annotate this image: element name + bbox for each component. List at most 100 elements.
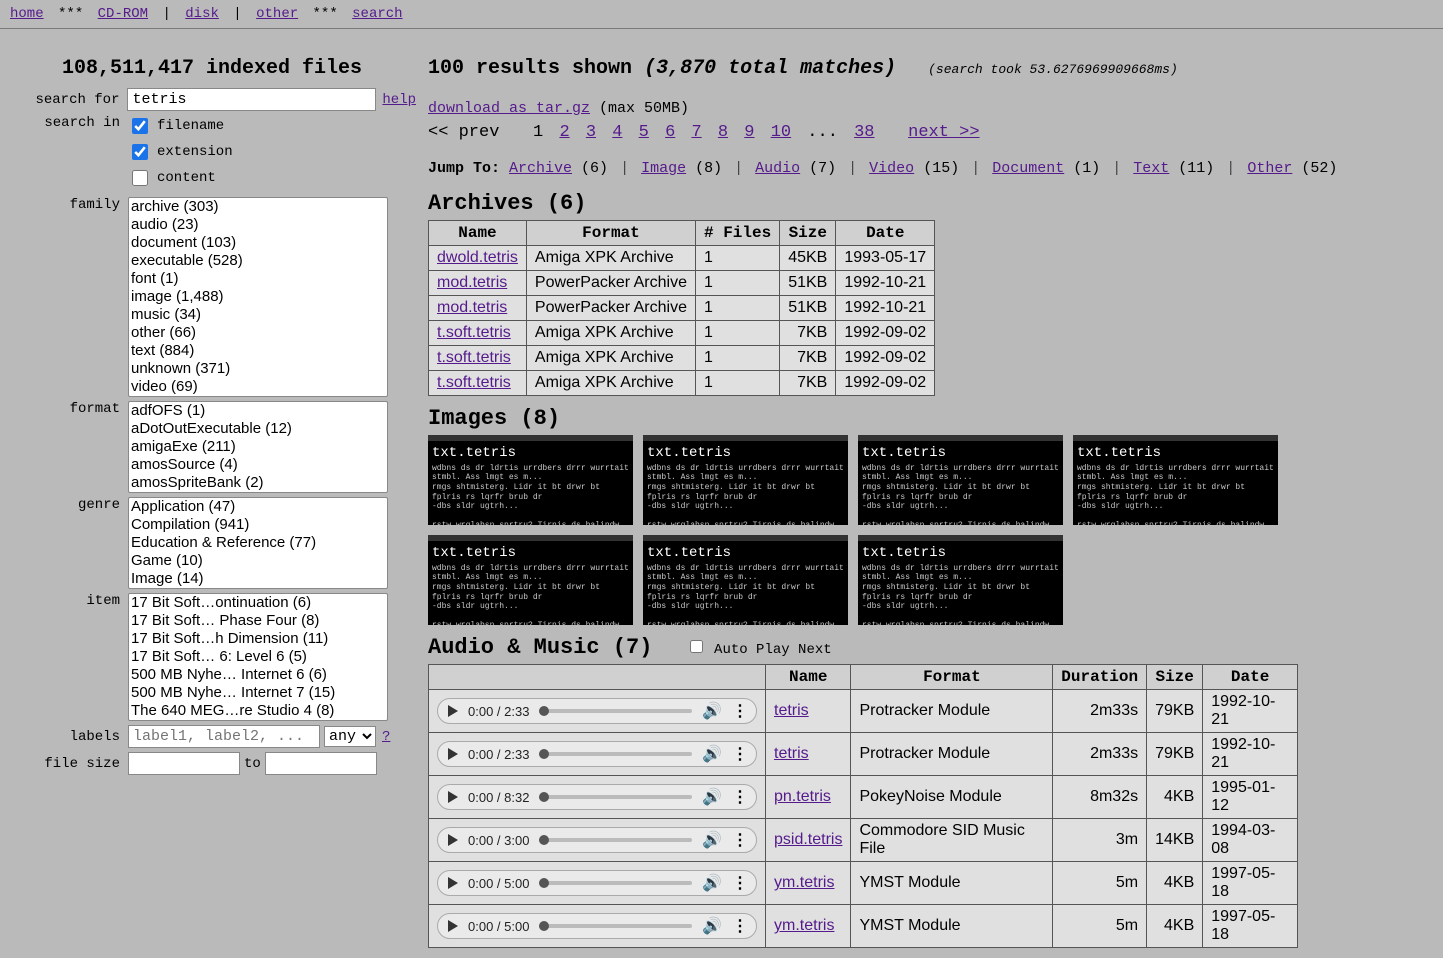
download-tar[interactable]: download as tar.gz xyxy=(428,100,590,117)
pager-page[interactable]: 5 xyxy=(639,123,649,142)
select-option[interactable]: unknown (371) xyxy=(129,360,387,378)
jump-link[interactable]: Document xyxy=(992,160,1064,177)
audio-link[interactable]: pn.tetris xyxy=(774,788,831,805)
select-option[interactable]: 17 Bit Soft… Phase Four (8) xyxy=(129,612,387,630)
genre-select[interactable]: Application (47)Compilation (941)Educati… xyxy=(128,497,388,589)
seek-bar[interactable] xyxy=(539,709,692,713)
nav-other[interactable]: other xyxy=(256,6,298,22)
select-option[interactable]: Education & Reference (77) xyxy=(129,534,387,552)
image-thumb[interactable]: txt.tetriswdbns ds dr ldrtis urrdbers dr… xyxy=(643,435,848,525)
audio-player[interactable]: 0:00 / 5:00🔊⋮ xyxy=(437,870,757,896)
more-icon[interactable]: ⋮ xyxy=(732,787,746,807)
more-icon[interactable]: ⋮ xyxy=(732,916,746,936)
image-thumb[interactable]: txt.tetriswdbns ds dr ldrtis urrdbers dr… xyxy=(858,435,1063,525)
select-option[interactable]: other (66) xyxy=(129,324,387,342)
item-select[interactable]: 17 Bit Soft…ontinuation (6)17 Bit Soft… … xyxy=(128,593,388,721)
select-option[interactable]: 500 MB Nyhe… Internet 6 (6) xyxy=(129,666,387,684)
image-thumb[interactable]: txt.tetriswdbns ds dr ldrtis urrdbers dr… xyxy=(428,535,633,625)
audio-player[interactable]: 0:00 / 3:00🔊⋮ xyxy=(437,827,757,853)
select-option[interactable]: 17 Bit Soft…ontinuation (6) xyxy=(129,594,387,612)
image-thumb[interactable]: txt.tetriswdbns ds dr ldrtis urrdbers dr… xyxy=(1073,435,1278,525)
archive-link[interactable]: t.soft.tetris xyxy=(437,349,511,366)
volume-icon[interactable]: 🔊 xyxy=(702,830,722,850)
nav-home[interactable]: home xyxy=(10,6,44,22)
format-select[interactable]: adfOFS (1)aDotOutExecutable (12)amigaExe… xyxy=(128,401,388,493)
seek-bar[interactable] xyxy=(539,795,692,799)
audio-link[interactable]: ym.tetris xyxy=(774,874,834,891)
select-option[interactable]: Application (47) xyxy=(129,498,387,516)
volume-icon[interactable]: 🔊 xyxy=(702,701,722,721)
select-option[interactable]: 17 Bit Soft… 6: Level 6 (5) xyxy=(129,648,387,666)
jump-link[interactable]: Archive xyxy=(509,160,572,177)
seek-bar[interactable] xyxy=(539,881,692,885)
pager-page[interactable]: 9 xyxy=(744,123,754,142)
image-thumb[interactable]: txt.tetriswdbns ds dr ldrtis urrdbers dr… xyxy=(428,435,633,525)
more-icon[interactable]: ⋮ xyxy=(732,830,746,850)
more-icon[interactable]: ⋮ xyxy=(732,873,746,893)
pager-next[interactable]: next >> xyxy=(908,123,979,142)
select-option[interactable]: 500 MB Nyhe… Internet 7 (15) xyxy=(129,684,387,702)
help-link[interactable]: help xyxy=(382,92,416,108)
audio-player[interactable]: 0:00 / 2:33🔊⋮ xyxy=(437,698,757,724)
archive-link[interactable]: t.soft.tetris xyxy=(437,374,511,391)
pager-page[interactable]: 3 xyxy=(586,123,596,142)
select-option[interactable]: amosSpriteBank (2) xyxy=(129,474,387,492)
play-icon[interactable] xyxy=(448,920,458,932)
seek-bar[interactable] xyxy=(539,752,692,756)
play-icon[interactable] xyxy=(448,705,458,717)
labels-any-select[interactable]: any xyxy=(324,726,376,747)
autoplay-check[interactable] xyxy=(690,640,703,653)
audio-player[interactable]: 0:00 / 8:32🔊⋮ xyxy=(437,784,757,810)
check-extension[interactable] xyxy=(132,144,148,160)
check-filename[interactable] xyxy=(132,118,148,134)
audio-player[interactable]: 0:00 / 2:33🔊⋮ xyxy=(437,741,757,767)
jump-link[interactable]: Audio xyxy=(755,160,800,177)
audio-link[interactable]: tetris xyxy=(774,745,809,762)
select-option[interactable]: video (69) xyxy=(129,378,387,396)
seek-bar[interactable] xyxy=(539,838,692,842)
more-icon[interactable]: ⋮ xyxy=(732,744,746,764)
pager-page[interactable]: 6 xyxy=(665,123,675,142)
seek-bar[interactable] xyxy=(539,924,692,928)
nav-disk[interactable]: disk xyxy=(185,6,219,22)
pager-page[interactable]: 2 xyxy=(559,123,569,142)
jump-link[interactable]: Text xyxy=(1133,160,1169,177)
check-content[interactable] xyxy=(132,170,148,186)
play-icon[interactable] xyxy=(448,748,458,760)
archive-link[interactable]: t.soft.tetris xyxy=(437,324,511,341)
archive-link[interactable]: dwold.tetris xyxy=(437,249,518,266)
jump-link[interactable]: Other xyxy=(1247,160,1292,177)
audio-player[interactable]: 0:00 / 5:00🔊⋮ xyxy=(437,913,757,939)
pager-page[interactable]: 7 xyxy=(691,123,701,142)
select-option[interactable]: adfOFS (1) xyxy=(129,402,387,420)
select-option[interactable]: aDotOutExecutable (12) xyxy=(129,420,387,438)
archive-link[interactable]: mod.tetris xyxy=(437,299,507,316)
select-option[interactable]: executable (528) xyxy=(129,252,387,270)
audio-link[interactable]: tetris xyxy=(774,702,809,719)
search-input[interactable] xyxy=(127,88,376,111)
pager-page[interactable]: 8 xyxy=(718,123,728,142)
select-option[interactable]: image (1,488) xyxy=(129,288,387,306)
image-thumb[interactable]: txt.tetriswdbns ds dr ldrtis urrdbers dr… xyxy=(643,535,848,625)
play-icon[interactable] xyxy=(448,877,458,889)
pager-page[interactable]: 10 xyxy=(771,123,791,142)
filesize-max[interactable] xyxy=(265,752,377,775)
more-icon[interactable]: ⋮ xyxy=(732,701,746,721)
nav-cdrom[interactable]: CD-ROM xyxy=(98,6,148,22)
select-option[interactable]: archive (303) xyxy=(129,198,387,216)
select-option[interactable]: font (1) xyxy=(129,270,387,288)
audio-link[interactable]: ym.tetris xyxy=(774,917,834,934)
jump-link[interactable]: Video xyxy=(869,160,914,177)
select-option[interactable]: amosSource (4) xyxy=(129,456,387,474)
filesize-min[interactable] xyxy=(128,752,240,775)
play-icon[interactable] xyxy=(448,791,458,803)
labels-help[interactable]: ? xyxy=(382,729,390,745)
select-option[interactable]: amigaExe (211) xyxy=(129,438,387,456)
jump-link[interactable]: Image xyxy=(641,160,686,177)
select-option[interactable]: Image (14) xyxy=(129,570,387,588)
audio-link[interactable]: psid.tetris xyxy=(774,831,842,848)
play-icon[interactable] xyxy=(448,834,458,846)
pager-page[interactable]: 4 xyxy=(612,123,622,142)
select-option[interactable]: The 640 MEG…re Studio 4 (8) xyxy=(129,702,387,720)
family-select[interactable]: archive (303)audio (23)document (103)exe… xyxy=(128,197,388,397)
